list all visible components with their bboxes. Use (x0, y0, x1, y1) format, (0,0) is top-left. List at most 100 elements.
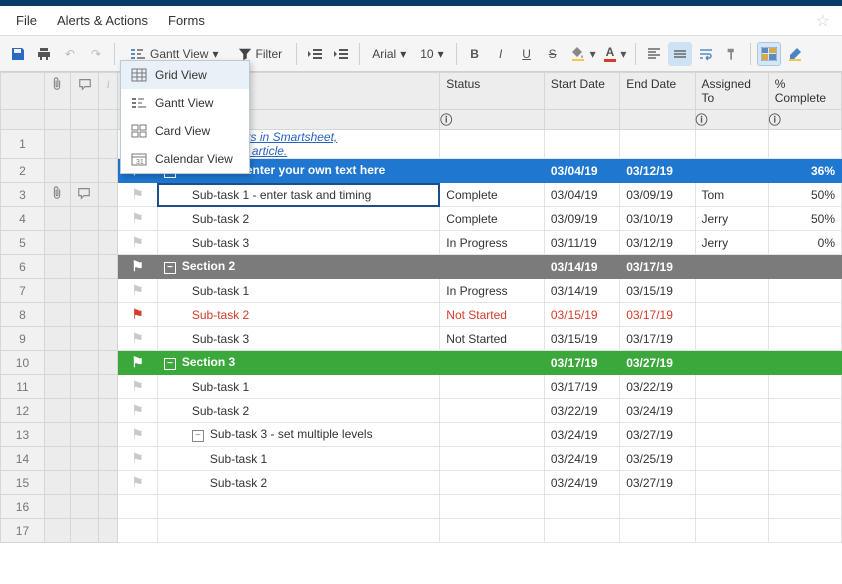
start-date-cell[interactable]: 03/04/19 (544, 159, 619, 183)
flag-cell[interactable]: ⚑ (118, 351, 158, 375)
pct-cell[interactable] (768, 447, 841, 471)
comment-icon[interactable] (77, 186, 91, 200)
collapse-icon[interactable]: − (164, 358, 176, 370)
assigned-cell[interactable]: Jerry (695, 231, 768, 255)
flag-icon[interactable]: ⚑ (131, 234, 144, 250)
pct-cell[interactable]: 36% (768, 159, 841, 183)
info-cell[interactable] (99, 231, 118, 255)
status-cell[interactable]: Not Started (440, 303, 545, 327)
flag-icon[interactable]: ⚑ (131, 258, 144, 274)
end-date-cell[interactable]: 03/22/19 (620, 375, 695, 399)
flag-cell[interactable]: ⚑ (118, 303, 158, 327)
flag-cell[interactable]: ⚑ (118, 471, 158, 495)
comment-cell[interactable] (71, 447, 99, 471)
pct-cell[interactable] (768, 495, 841, 519)
attach-cell[interactable] (44, 519, 70, 543)
flag-icon[interactable]: ⚑ (131, 330, 144, 346)
flag-cell[interactable]: ⚑ (118, 255, 158, 279)
comment-cell[interactable] (71, 130, 99, 159)
row-number[interactable]: 2 (1, 159, 45, 183)
primary-cell[interactable]: Sub-task 2 (157, 471, 439, 495)
info-cell[interactable] (99, 519, 118, 543)
flag-cell[interactable]: ⚑ (118, 447, 158, 471)
row-number[interactable]: 10 (1, 351, 45, 375)
row-number[interactable]: 9 (1, 327, 45, 351)
info-cell[interactable] (99, 159, 118, 183)
start-date-cell[interactable]: 03/17/19 (544, 375, 619, 399)
strikethrough-icon[interactable]: S (541, 42, 565, 66)
status-cell[interactable] (440, 399, 545, 423)
col-end-date[interactable]: End Date (620, 73, 695, 110)
outdent-icon[interactable] (303, 42, 327, 66)
flag-cell[interactable] (118, 519, 158, 543)
status-cell[interactable] (440, 351, 545, 375)
align-left-icon[interactable] (642, 42, 666, 66)
flag-icon[interactable]: ⚑ (131, 402, 144, 418)
flag-cell[interactable]: ⚑ (118, 375, 158, 399)
end-date-cell[interactable] (620, 130, 695, 159)
row-number[interactable]: 12 (1, 399, 45, 423)
assigned-cell[interactable] (695, 495, 768, 519)
format-painter-icon[interactable] (720, 42, 744, 66)
flag-icon[interactable]: ⚑ (131, 426, 144, 442)
attach-cell[interactable] (44, 231, 70, 255)
end-date-cell[interactable]: 03/27/19 (620, 423, 695, 447)
status-cell[interactable] (440, 423, 545, 447)
assigned-cell[interactable] (695, 375, 768, 399)
flag-icon[interactable]: ⚑ (131, 306, 144, 322)
attach-cell[interactable] (44, 303, 70, 327)
info-cell[interactable] (99, 471, 118, 495)
pct-cell[interactable] (768, 130, 841, 159)
bold-icon[interactable]: B (463, 42, 487, 66)
menu-alerts-actions[interactable]: Alerts & Actions (47, 7, 158, 34)
info-cell[interactable] (99, 303, 118, 327)
comment-cell[interactable] (71, 183, 99, 207)
assigned-cell[interactable]: Tom (695, 183, 768, 207)
comment-cell[interactable] (71, 351, 99, 375)
row-number[interactable]: 3 (1, 183, 45, 207)
pct-cell[interactable] (768, 471, 841, 495)
info-cell[interactable] (99, 495, 118, 519)
assigned-cell[interactable] (695, 303, 768, 327)
text-color-icon[interactable]: A▾ (601, 42, 630, 66)
wrap-text-icon[interactable] (694, 42, 718, 66)
primary-cell[interactable]: Sub-task 1 - enter task and timing (157, 183, 439, 207)
attach-cell[interactable] (44, 327, 70, 351)
flag-icon[interactable]: ⚑ (131, 354, 144, 370)
collapse-icon[interactable]: − (164, 262, 176, 274)
pct-cell[interactable] (768, 279, 841, 303)
start-date-cell[interactable]: 03/15/19 (544, 303, 619, 327)
comment-cell[interactable] (71, 231, 99, 255)
row-number[interactable]: 17 (1, 519, 45, 543)
flag-cell[interactable]: ⚑ (118, 423, 158, 447)
comment-cell[interactable] (71, 375, 99, 399)
attach-cell[interactable] (44, 447, 70, 471)
status-cell[interactable]: Complete (440, 207, 545, 231)
pct-cell[interactable] (768, 351, 841, 375)
assigned-cell[interactable] (695, 471, 768, 495)
assigned-cell[interactable] (695, 130, 768, 159)
end-date-cell[interactable] (620, 495, 695, 519)
comment-cell[interactable] (71, 399, 99, 423)
undo-icon[interactable]: ↶ (58, 42, 82, 66)
info-cell[interactable] (99, 351, 118, 375)
end-date-cell[interactable]: 03/10/19 (620, 207, 695, 231)
info-cell[interactable] (99, 279, 118, 303)
assigned-cell[interactable]: Jerry (695, 207, 768, 231)
view-option-grid[interactable]: Grid View (121, 61, 249, 89)
col-rownum[interactable] (1, 73, 45, 110)
end-date-cell[interactable]: 03/27/19 (620, 471, 695, 495)
pct-cell[interactable] (768, 303, 841, 327)
attach-cell[interactable] (44, 399, 70, 423)
comment-cell[interactable] (71, 519, 99, 543)
flag-icon[interactable]: ⚑ (131, 210, 144, 226)
indent-icon[interactable] (329, 42, 353, 66)
info-cell[interactable] (99, 207, 118, 231)
status-cell[interactable] (440, 159, 545, 183)
status-info-icon[interactable]: ⓘ (440, 110, 545, 130)
end-date-cell[interactable]: 03/17/19 (620, 303, 695, 327)
row-number[interactable]: 4 (1, 207, 45, 231)
attach-cell[interactable] (44, 375, 70, 399)
end-date-cell[interactable]: 03/17/19 (620, 327, 695, 351)
info-cell[interactable] (99, 423, 118, 447)
